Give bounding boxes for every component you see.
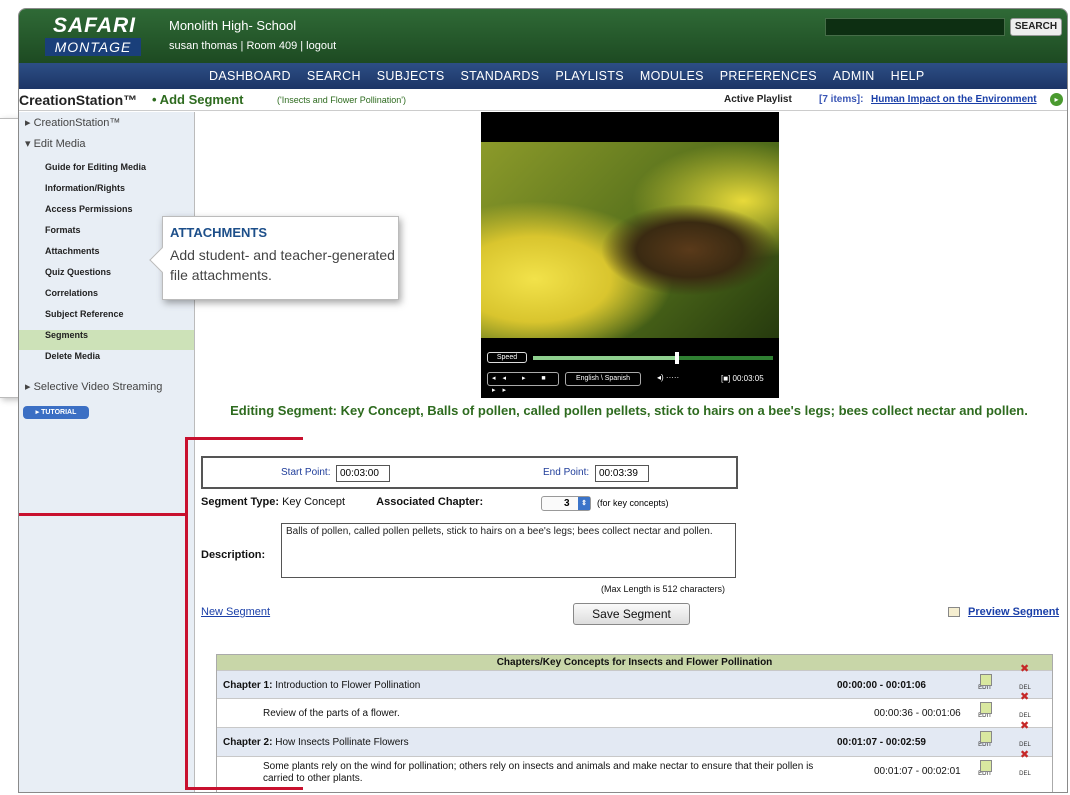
nav-item-subjects[interactable]: SUBJECTS [369, 63, 453, 89]
sidebar-item-correlations[interactable]: Correlations [45, 288, 98, 298]
preview-segment-link[interactable]: Preview Segment [968, 606, 1059, 618]
table-row: Review of the parts of a flower. 00:00:36… [217, 691, 1052, 727]
safari-montage-logo[interactable]: SAFARI MONTAGE [43, 14, 155, 58]
red-bracket-vertical [185, 437, 188, 790]
save-segment-button[interactable]: Save Segment [573, 603, 690, 625]
table-row-time: 00:01:07 - 00:02:59 [837, 737, 926, 748]
description-textarea[interactable]: Balls of pollen, called pollen pellets, … [281, 523, 736, 578]
edit-icon[interactable]: EDIT [977, 702, 993, 720]
chevron-right-icon: ▸ [25, 381, 34, 393]
tutorial-button[interactable]: ▸ TUTORIAL [23, 406, 89, 419]
callout-heading: ATTACHMENTS [170, 225, 268, 240]
table-row: Some plants rely on the wind for pollina… [217, 749, 1052, 792]
chapter-note: (for key concepts) [597, 498, 669, 508]
table-row-label: Chapter 1: Introduction to Flower Pollin… [223, 680, 421, 691]
sidebar-item-access-permissions[interactable]: Access Permissions [45, 204, 133, 214]
end-point-input[interactable]: 00:03:39 [595, 465, 649, 482]
red-bracket-top [185, 437, 303, 440]
sidebar-item-guide-for-editing-media[interactable]: Guide for Editing Media [45, 162, 146, 172]
search-input[interactable] [825, 18, 1005, 36]
chapter-select[interactable]: 3 ⇕ [541, 496, 591, 511]
video-controls: Speed ◂◂ ▸ ■ ▸▸ English \ Spanish ◂) ···… [481, 348, 779, 398]
chapters-table-title: Chapters/Key Concepts for Insects and Fl… [217, 655, 1052, 670]
nav-item-help[interactable]: HELP [883, 63, 933, 89]
school-name: Monolith High- School [169, 18, 297, 33]
header-bar: SAFARI MONTAGE Monolith High- School sus… [19, 9, 1067, 63]
video-player[interactable]: Speed ◂◂ ▸ ■ ▸▸ English \ Spanish ◂) ···… [481, 112, 779, 398]
browser-window: SAFARI MONTAGE Monolith High- School sus… [18, 8, 1068, 793]
chevron-right-icon: ▸ [25, 117, 34, 129]
segment-type-value: Key Concept [282, 496, 346, 508]
active-playlist-link[interactable]: Human Impact on the Environment [871, 94, 1037, 105]
callout-body: Add student- and teacher-generated file … [170, 247, 395, 283]
nav-item-preferences[interactable]: PREFERENCES [712, 63, 825, 89]
sidebar: ▸ CreationStation™ ▾ Edit Media Guide fo… [19, 112, 195, 792]
sidebar-item-segments[interactable]: Segments [45, 330, 88, 340]
max-length-note: (Max Length is 512 characters) [601, 584, 726, 594]
language-toggle[interactable]: English \ Spanish [565, 372, 641, 386]
nav-item-admin[interactable]: ADMIN [825, 63, 883, 89]
segment-type-row: Segment Type: Key Concept Associated Cha… [201, 496, 484, 508]
main-nav: DASHBOARD SEARCH SUBJECTS STANDARDS PLAYLIST… [19, 63, 1067, 89]
table-row-time: 00:00:00 - 00:01:06 [837, 680, 926, 691]
speed-button[interactable]: Speed [487, 352, 527, 363]
volume-icon[interactable]: ◂) ····· [657, 373, 679, 382]
red-bracket-bottom [185, 787, 303, 790]
select-arrows-icon: ⇕ [578, 497, 590, 510]
fullscreen-icon[interactable]: [■] [721, 374, 730, 383]
breadcrumb: CreationStation™ • Add Segment ('Insects… [19, 89, 1067, 111]
nav-item-playlists[interactable]: PLAYLISTS [547, 63, 631, 89]
sidebar-item-creationstation[interactable]: ▸ CreationStation™ [25, 116, 120, 129]
new-segment-link[interactable]: New Segment [201, 606, 270, 618]
edit-icon[interactable]: EDIT [977, 760, 993, 778]
table-row-time: 00:01:07 - 00:02:01 [874, 766, 961, 777]
nav-item-standards[interactable]: STANDARDS [453, 63, 548, 89]
edit-icon[interactable]: EDIT [977, 731, 993, 749]
playlist-go-icon[interactable]: ▸ [1050, 93, 1063, 106]
nav-item-modules[interactable]: MODULES [632, 63, 712, 89]
editing-segment-title: Editing Segment: Key Concept, Balls of p… [230, 403, 1028, 418]
delete-icon[interactable]: DEL [1017, 691, 1033, 720]
user-line[interactable]: susan thomas | Room 409 | logout [169, 40, 336, 52]
table-row-label: Some plants rely on the wind for pollina… [263, 761, 814, 784]
preview-icon[interactable] [948, 607, 960, 617]
search-button[interactable]: SEARCH [1010, 18, 1062, 36]
chevron-down-icon: ▾ [25, 138, 34, 150]
playback-buttons[interactable]: ◂◂ ▸ ■ ▸▸ [487, 372, 559, 394]
start-end-points: Start Point: 00:03:00 End Point: 00:03:3… [201, 456, 738, 489]
table-row: Chapter 1: Introduction to Flower Pollin… [217, 663, 1052, 698]
delete-icon[interactable]: DEL [1017, 749, 1033, 778]
start-point-input[interactable]: 00:03:00 [336, 465, 390, 482]
active-playlist-count: [7 items]: [819, 94, 864, 105]
page-video-name: ('Insects and Flower Pollination') [277, 95, 406, 105]
nav-item-search[interactable]: SEARCH [299, 63, 369, 89]
video-frame-bee-on-flower [481, 142, 779, 338]
sidebar-item-attachments[interactable]: Attachments [45, 246, 100, 256]
table-row-label: Chapter 2: How Insects Pollinate Flowers [223, 737, 409, 748]
nav-item-dashboard[interactable]: DASHBOARD [201, 63, 299, 89]
table-row-time: 00:00:36 - 00:01:06 [874, 708, 961, 719]
progress-bar[interactable] [533, 352, 773, 364]
description-label: Description: [201, 549, 266, 561]
sidebar-item-edit-media[interactable]: ▾ Edit Media [25, 137, 86, 150]
progress-handle[interactable] [675, 352, 679, 364]
red-bracket-connector [19, 513, 185, 516]
delete-icon[interactable]: DEL [1017, 663, 1033, 692]
sidebar-item-selective-streaming[interactable]: ▸ Selective Video Streaming [25, 380, 162, 393]
sidebar-item-delete-media[interactable]: Delete Media [45, 351, 100, 361]
page-app-title: CreationStation™ [19, 92, 138, 108]
table-row-label: Review of the parts of a flower. [263, 708, 400, 719]
active-playlist-label: Active Playlist [724, 94, 792, 105]
delete-icon[interactable]: DEL [1017, 720, 1033, 749]
chapters-table: Chapters/Key Concepts for Insects and Fl… [216, 654, 1053, 792]
page-title: • Add Segment [152, 92, 244, 107]
edit-icon[interactable]: EDIT [977, 674, 993, 692]
sidebar-item-formats[interactable]: Formats [45, 225, 81, 235]
video-time: [■] 00:03:05 [721, 374, 764, 383]
table-row: Chapter 2: How Insects Pollinate Flowers… [217, 720, 1052, 756]
sidebar-item-information-rights[interactable]: Information/Rights [45, 183, 125, 193]
sidebar-item-subject-reference[interactable]: Subject Reference [45, 309, 124, 319]
attachments-callout: ATTACHMENTS Add student- and teacher-gen… [149, 216, 399, 300]
sidebar-item-quiz-questions[interactable]: Quiz Questions [45, 267, 111, 277]
